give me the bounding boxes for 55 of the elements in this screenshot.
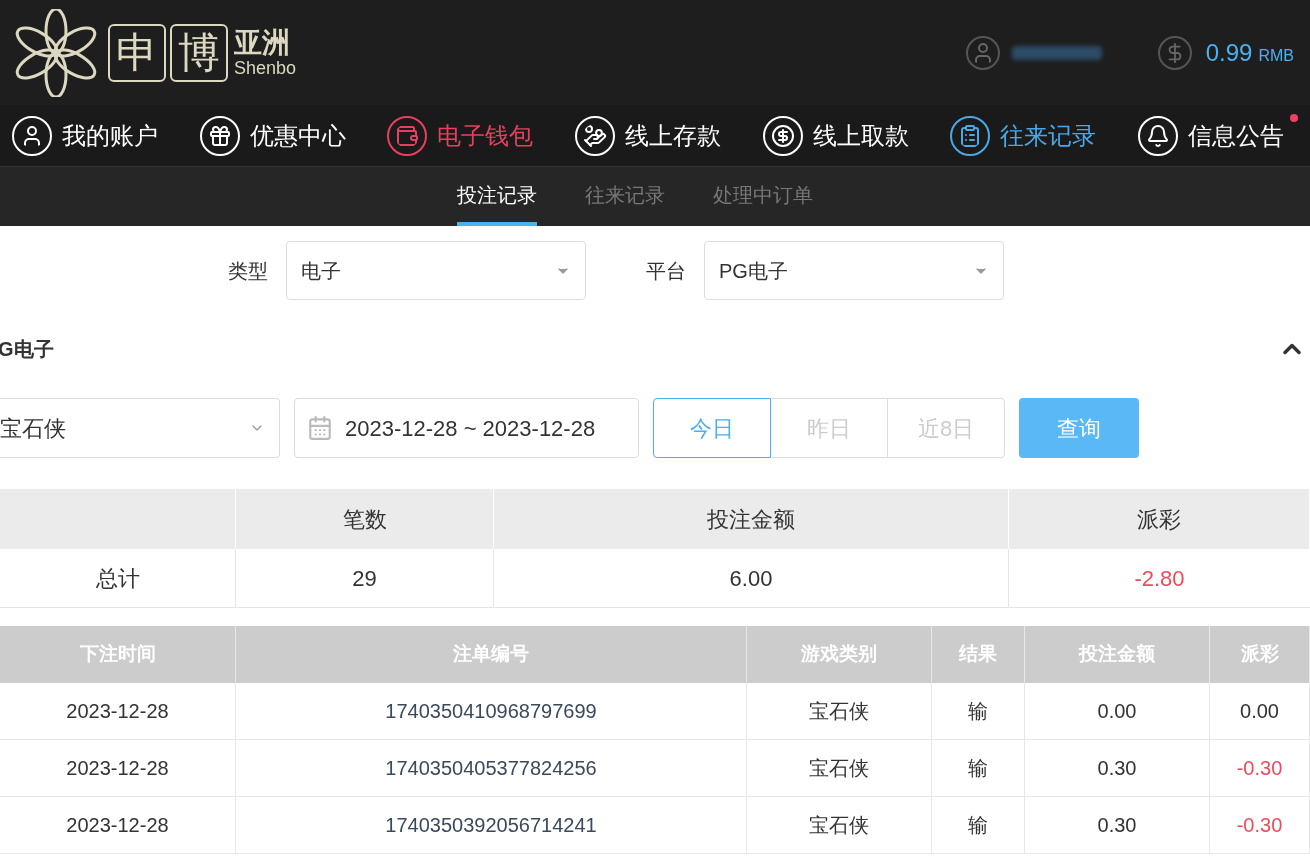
header-cell: 投注金额 [494,489,1009,549]
table-cell: 1740350405377824256 [236,740,747,796]
table-cell: 0.30 [1025,797,1210,853]
coin-icon [762,115,803,156]
nav-item[interactable]: 往来记录 [950,115,1111,156]
table-cell: 0.00 [1025,683,1210,739]
logo-latin: Shenbo [234,58,297,77]
balance-amount: 0.99 [1205,37,1253,68]
nav-item[interactable]: 信息公告 [1137,115,1298,156]
table-cell: 宝石侠 [747,683,932,739]
calendar-icon [307,415,333,441]
nav-item[interactable]: 电子钱包 [387,115,548,156]
nav-item[interactable]: 优惠中心 [199,115,360,156]
user-icon [965,35,1000,70]
table-cell: 输 [932,683,1025,739]
balance-currency: RMB [1258,45,1294,66]
date-range-field[interactable]: 2023-12-28 ~ 2023-12-28 [294,398,639,458]
logo-region: 亚洲 [234,28,291,57]
filter-label: 类型 [228,258,268,284]
table-cell: 宝石侠 [747,740,932,796]
logo-character: 博 [170,23,228,82]
table-cell: 总计 [0,549,236,607]
select-field[interactable]: PG电子 [704,241,1004,300]
dollar-icon [1157,35,1192,70]
table-cell: 6.00 [494,549,1009,607]
clipboard-icon [950,115,991,156]
header-cell: 笔数 [236,489,494,549]
nav-item[interactable]: 线上存款 [574,115,735,156]
sub-tab[interactable]: 投注记录 [457,167,537,226]
logo-character: 申 [108,23,166,82]
game-select[interactable]: 宝石侠 [0,398,280,458]
filter-label: 平台 [646,258,686,284]
table-cell: -0.30 [1210,797,1310,853]
table-cell: 29 [236,549,494,607]
table-cell: 0.00 [1210,683,1310,739]
select-field[interactable]: 电子 [286,241,586,300]
table-cell: 输 [932,797,1025,853]
table-cell: 1740350392056714241 [236,797,747,853]
table-cell: 2023-12-28 [0,683,236,739]
bell-icon [1137,115,1178,156]
nav-item[interactable]: 我的账户 [12,115,172,156]
table-cell: 0.30 [1025,740,1210,796]
table-cell: 2023-12-28 [0,797,236,853]
table-cell-text: -2.80 [1133,564,1186,593]
header-cell: 派彩 [1009,489,1310,549]
user-icon [12,115,52,156]
table-cell: 2023-12-28 [0,740,236,796]
nav-item[interactable]: 线上取款 [762,115,923,156]
hand-coins-icon [574,115,615,156]
wallet-icon [387,115,428,156]
gift-icon [199,115,240,156]
table-cell: 输 [932,740,1025,796]
table-cell: -0.30 [1210,740,1310,796]
table-cell: 宝石侠 [747,797,932,853]
table-cell: 1740350410968797699 [236,683,747,739]
